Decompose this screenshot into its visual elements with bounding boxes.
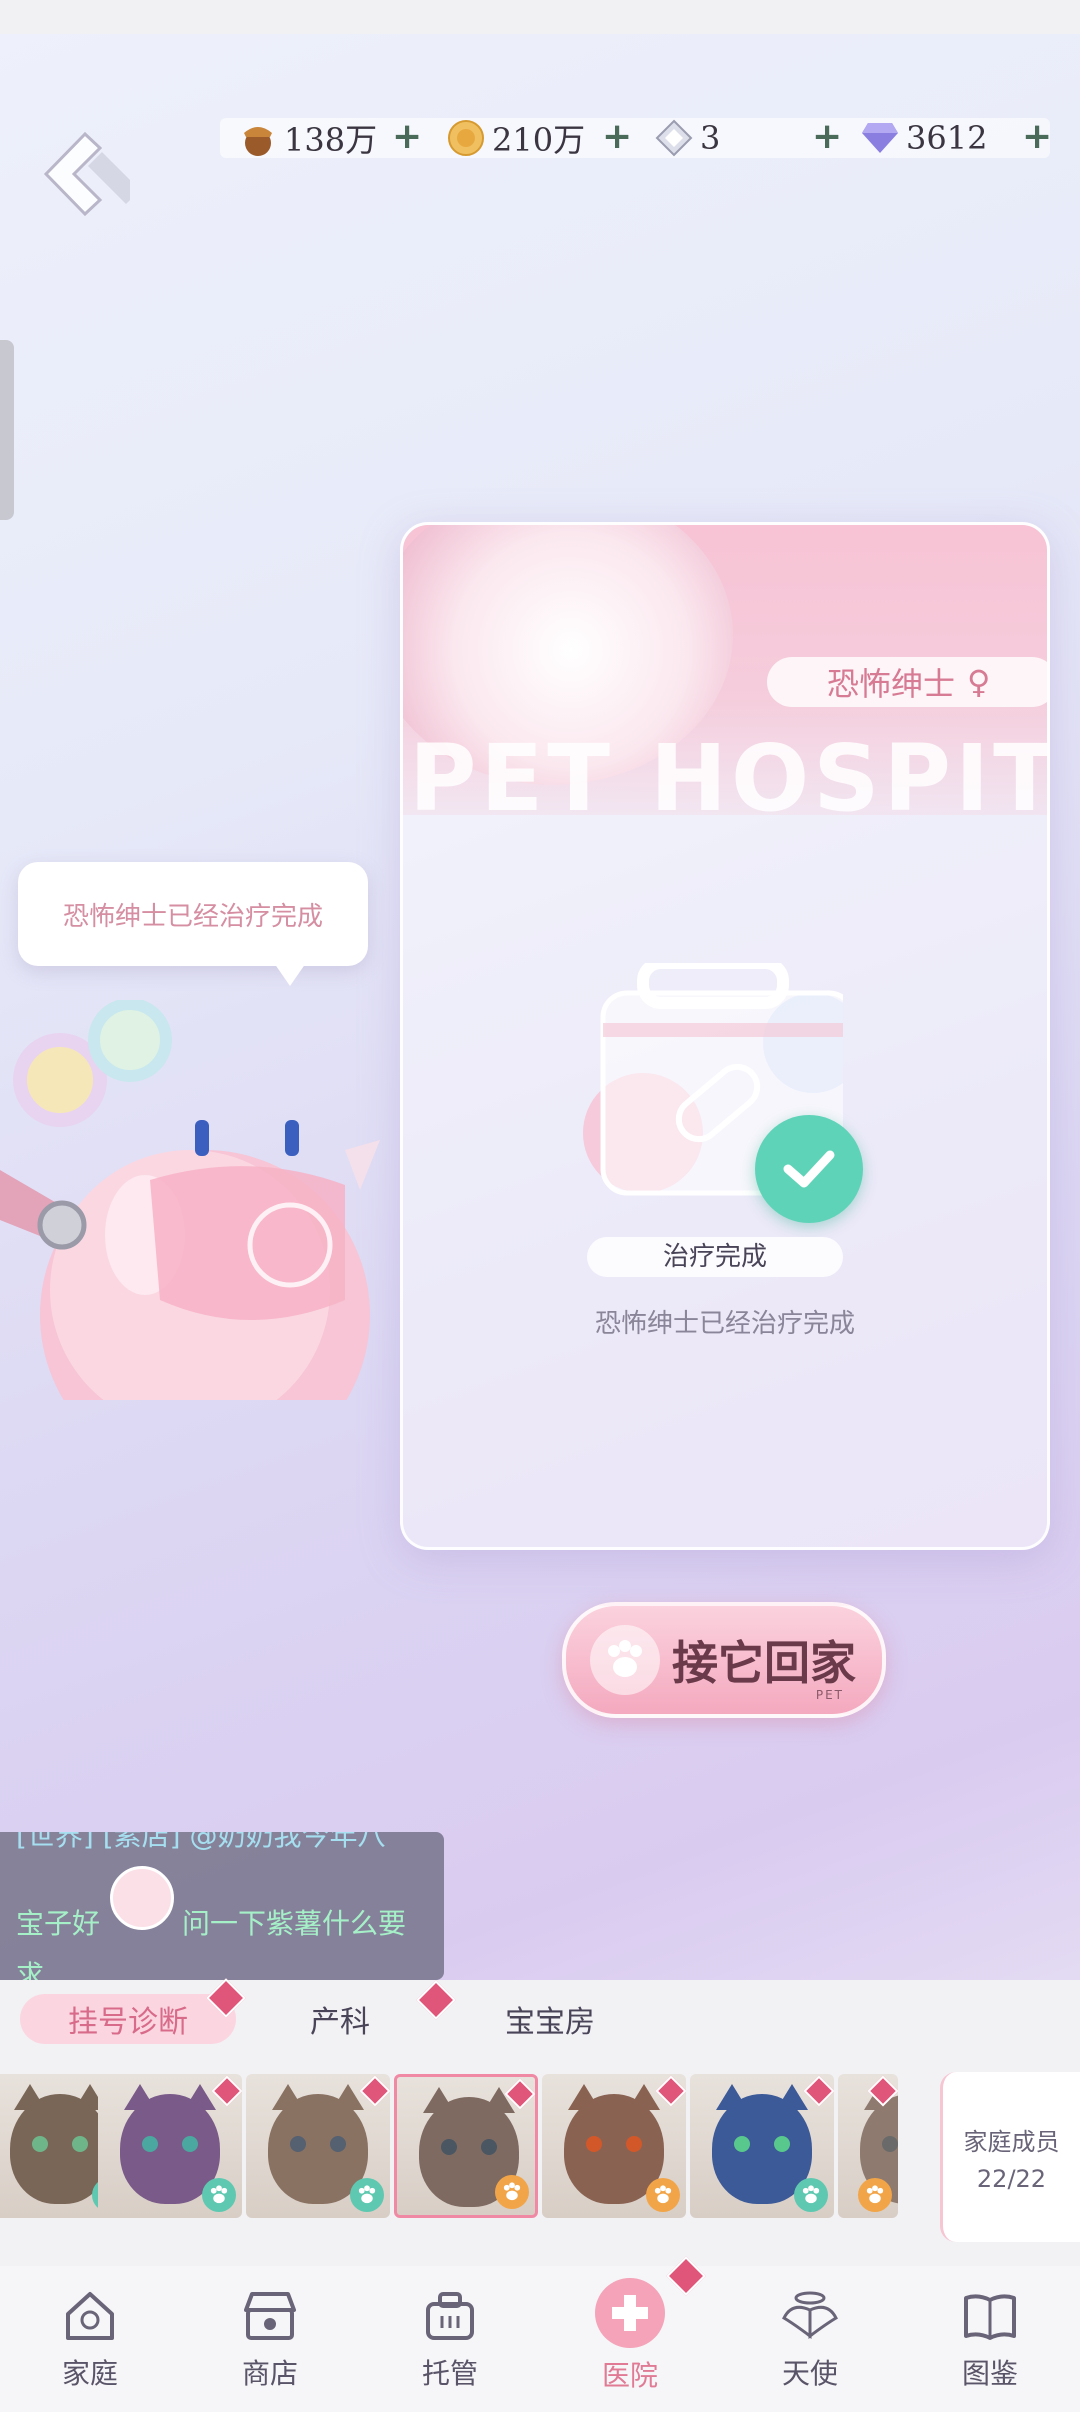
house-icon bbox=[60, 2286, 120, 2346]
world-chat-panel[interactable]: [世界] [素店] @奶奶我今年八 宝子好 问一下紫薯什么要 求 bbox=[0, 1832, 444, 1980]
nav-label: 天使 bbox=[781, 2357, 838, 2390]
chat-line: [世界] [素店] @奶奶我今年八 bbox=[16, 1832, 386, 1852]
currency-gold: 210万 bbox=[446, 112, 585, 164]
take-home-label: 接它回家 bbox=[672, 1636, 856, 1690]
chat-text: 宝子好 bbox=[16, 1907, 101, 1940]
paw-icon bbox=[794, 2178, 828, 2212]
cat-eye bbox=[586, 2136, 602, 2152]
paw-icon bbox=[590, 1625, 660, 1695]
currency-value: 210万 bbox=[492, 121, 586, 159]
angel-wings-icon bbox=[780, 2286, 840, 2346]
back-button[interactable] bbox=[40, 130, 140, 220]
take-home-sublabel: PET bbox=[815, 1688, 844, 1702]
nav-family[interactable]: 家庭 bbox=[30, 2272, 150, 2402]
cat-eye bbox=[441, 2139, 457, 2155]
currency-crystal: 3 bbox=[654, 112, 720, 164]
pet-thumbnail[interactable] bbox=[690, 2074, 834, 2218]
currency-acorn: 138万 bbox=[238, 112, 377, 164]
cat-eye bbox=[330, 2136, 346, 2152]
paw-icon bbox=[858, 2178, 892, 2212]
notification-badge bbox=[803, 2075, 834, 2107]
pet-thumbnail[interactable] bbox=[98, 2074, 242, 2218]
cat-eye bbox=[774, 2136, 790, 2152]
tab-nursery[interactable]: 宝宝房 bbox=[500, 1994, 600, 2044]
tab-obstetrics[interactable]: 产科 bbox=[290, 1994, 390, 2044]
back-arrow-icon bbox=[43, 131, 140, 217]
acorn-icon bbox=[238, 118, 278, 158]
nav-angel[interactable]: 天使 bbox=[750, 2272, 870, 2402]
pet-thumbnail[interactable] bbox=[542, 2074, 686, 2218]
currency-value: 3612 bbox=[906, 119, 988, 157]
pet-hospital-card: PET HOSPITAL 恐怖绅士 ♀ 治疗完成 恐怖绅士已经治疗完成 bbox=[400, 522, 1050, 1550]
take-home-button[interactable]: 接它回家 PET bbox=[562, 1602, 886, 1718]
add-gold-button[interactable]: + bbox=[602, 116, 632, 157]
chat-line: 宝子好 问一下紫薯什么要 bbox=[16, 1902, 406, 1942]
speech-bubble: 恐怖绅士已经治疗完成 bbox=[18, 862, 368, 966]
book-icon bbox=[960, 2286, 1020, 2346]
cat-eye bbox=[182, 2136, 198, 2152]
cat-eye bbox=[481, 2139, 497, 2155]
nav-daycare[interactable]: 托管 bbox=[390, 2272, 510, 2402]
nav-label: 托管 bbox=[421, 2357, 478, 2390]
cat-eye bbox=[142, 2136, 158, 2152]
cat-eye bbox=[72, 2136, 88, 2152]
status-strip bbox=[0, 0, 1080, 34]
treatment-status: 治疗完成 bbox=[587, 1237, 843, 1277]
pet-name: 恐怖绅士 bbox=[827, 665, 956, 703]
pet-hospital-watermark: PET HOSPITAL bbox=[409, 725, 1050, 832]
gold-coin-icon bbox=[446, 118, 486, 158]
notification-badge bbox=[655, 2075, 686, 2107]
notification-badge bbox=[211, 2075, 242, 2107]
notification-badge bbox=[359, 2075, 390, 2107]
robot-nurse-character[interactable] bbox=[0, 1000, 390, 1400]
pet-thumbnail[interactable] bbox=[394, 2074, 538, 2218]
nav-codex[interactable]: 图鉴 bbox=[930, 2272, 1050, 2402]
side-drawer-handle[interactable] bbox=[0, 340, 14, 520]
family-label: 家庭成员 bbox=[963, 2127, 1060, 2156]
bottom-nav bbox=[0, 2266, 1080, 2412]
cat-eye bbox=[290, 2136, 306, 2152]
pet-list bbox=[0, 2074, 898, 2222]
add-acorn-button[interactable]: + bbox=[392, 116, 422, 157]
cat-eye bbox=[882, 2136, 898, 2152]
chat-text: 问一下紫薯什么要 bbox=[182, 1907, 407, 1940]
currency-value: 3 bbox=[700, 119, 721, 157]
nav-shop[interactable]: 商店 bbox=[210, 2272, 330, 2402]
pet-thumbnail[interactable] bbox=[838, 2074, 898, 2218]
check-icon bbox=[755, 1115, 863, 1223]
treatment-description: 恐怖绅士已经治疗完成 bbox=[594, 1309, 855, 1339]
paw-icon bbox=[202, 2178, 236, 2212]
cat-eye bbox=[32, 2136, 48, 2152]
family-count: 22/22 bbox=[976, 2164, 1047, 2193]
pet-thumbnail[interactable] bbox=[246, 2074, 390, 2218]
tab-registration[interactable]: 挂号诊断 bbox=[20, 1994, 236, 2044]
nav-label: 图鉴 bbox=[961, 2357, 1018, 2390]
pet-name-tag: 恐怖绅士 ♀ bbox=[767, 657, 1047, 707]
nav-hospital[interactable]: 医院 bbox=[570, 2272, 690, 2402]
speech-bubble-tail bbox=[272, 960, 308, 986]
hospital-cross-icon bbox=[595, 2278, 665, 2348]
family-members-button[interactable]: 家庭成员 22/22 bbox=[940, 2072, 1080, 2242]
cat-eye bbox=[626, 2136, 642, 2152]
diamond-icon bbox=[860, 118, 900, 158]
paw-icon bbox=[350, 2178, 384, 2212]
add-crystal-button[interactable]: + bbox=[812, 116, 842, 157]
crystal-icon bbox=[654, 118, 694, 158]
paw-icon bbox=[495, 2175, 529, 2209]
female-icon: ♀ bbox=[967, 663, 991, 701]
nav-label: 家庭 bbox=[61, 2357, 118, 2390]
currency-diamond: 3612 bbox=[860, 112, 987, 164]
briefcase-icon bbox=[420, 2286, 480, 2346]
nav-label: 商店 bbox=[241, 2357, 298, 2390]
cat-eye bbox=[734, 2136, 750, 2152]
currency-value: 138万 bbox=[284, 121, 378, 159]
paw-icon bbox=[646, 2178, 680, 2212]
chat-line: 求 bbox=[16, 1959, 45, 1980]
shop-icon bbox=[240, 2286, 300, 2346]
add-diamond-button[interactable]: + bbox=[1022, 116, 1052, 157]
nav-label: 医院 bbox=[601, 2359, 658, 2392]
